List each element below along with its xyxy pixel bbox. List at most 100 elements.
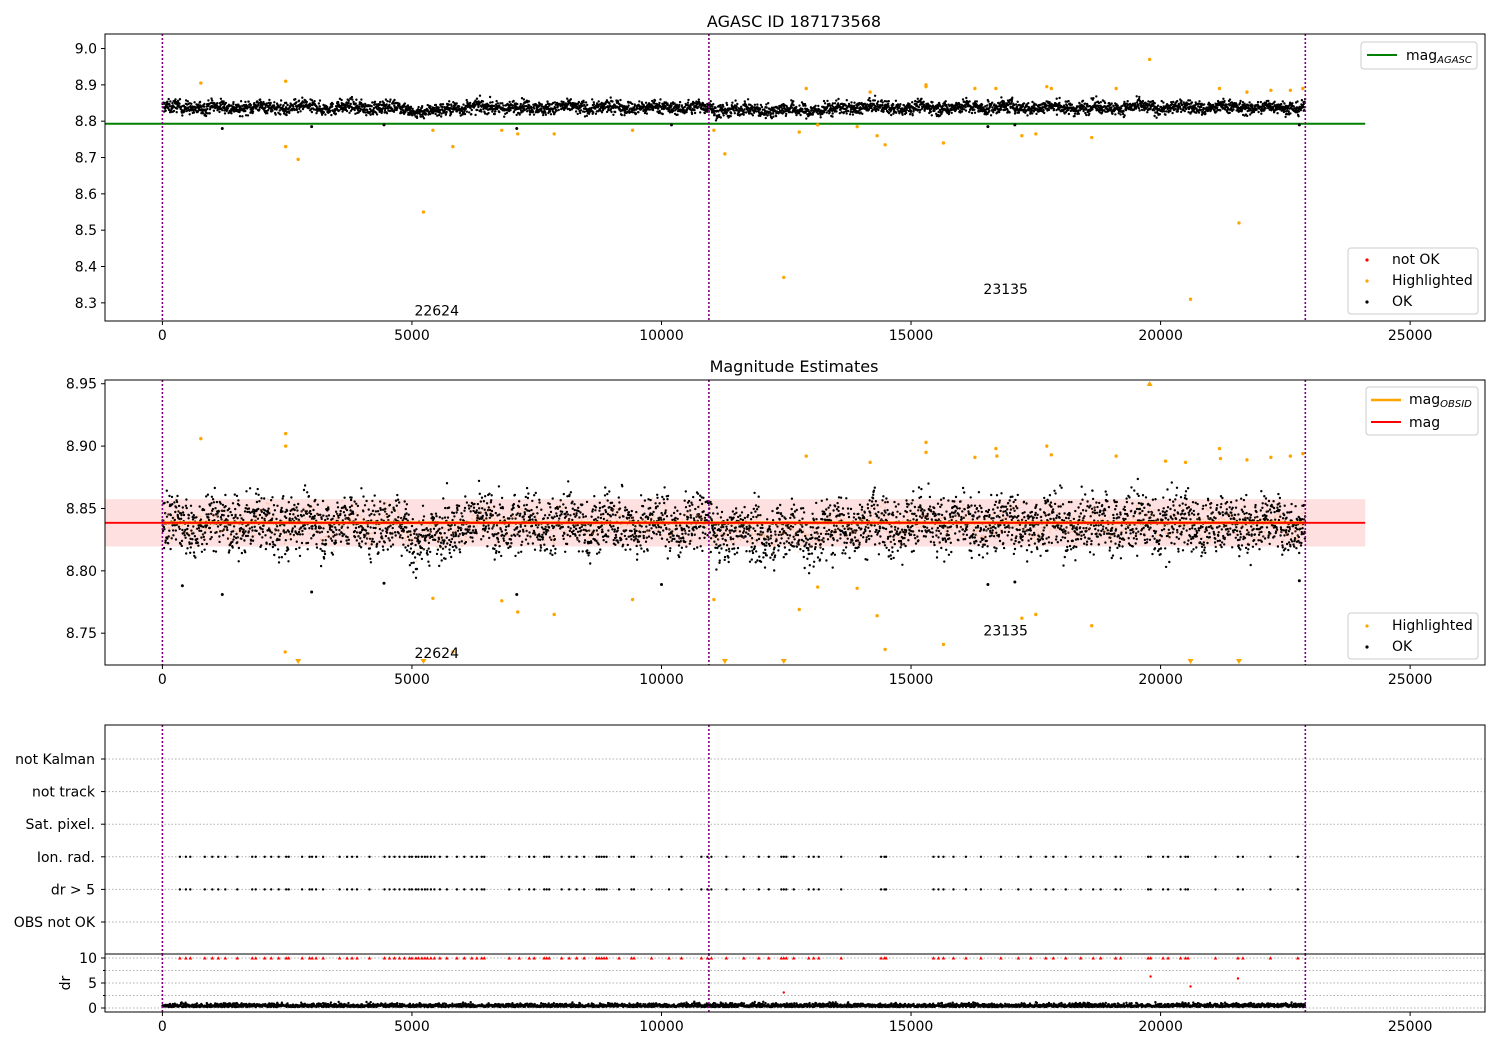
- x-tick-label: 0: [158, 1019, 167, 1035]
- highlighted-point: [712, 128, 716, 132]
- x-tick-label: 25000: [1388, 672, 1433, 688]
- x-tick-label: 10000: [639, 328, 684, 344]
- x-tick-label: 20000: [1138, 1019, 1183, 1035]
- highlighted-point: [875, 614, 879, 618]
- highlighted-point: [868, 460, 872, 465]
- ok-point: [310, 590, 314, 594]
- highlighted-point: [1183, 460, 1188, 465]
- y-tick-label: 8.8: [75, 114, 97, 130]
- highlighted-point: [421, 210, 426, 214]
- x-tick-label: 5000: [394, 328, 430, 344]
- highlighted-point: [712, 597, 716, 602]
- highlighted-point: [797, 130, 801, 134]
- y-tick-label: 8.5: [75, 223, 97, 239]
- ok-point: [986, 583, 990, 587]
- legend-label-highlighted: Highlighted: [1392, 618, 1473, 634]
- highlighted-point: [723, 152, 727, 156]
- x-tick-label: 20000: [1138, 672, 1183, 688]
- ok-point: [986, 125, 990, 129]
- highlighted-point: [516, 610, 520, 614]
- flag-category-label: dr > 5: [51, 882, 95, 898]
- highlighted-point: [630, 128, 635, 132]
- highlighted-point: [941, 141, 946, 145]
- ok-point: [220, 126, 224, 130]
- highlighted-point: [1237, 221, 1241, 225]
- highlighted-point: [1045, 84, 1049, 89]
- highlighted-point: [552, 132, 556, 136]
- highlighted-point: [973, 86, 977, 91]
- obsid-label: 22624: [414, 304, 459, 320]
- highlighted-point: [500, 599, 504, 603]
- x-tick-label: 25000: [1388, 1019, 1433, 1035]
- x-tick-label: 25000: [1388, 328, 1433, 344]
- ok-point: [659, 583, 663, 587]
- x-tick-label: 15000: [889, 328, 934, 344]
- highlighted-point: [797, 607, 801, 612]
- highlighted-point: [516, 132, 520, 136]
- highlighted-point: [994, 446, 998, 451]
- ok-point: [1013, 580, 1017, 584]
- highlighted-point: [1218, 456, 1223, 461]
- highlighted-point: [500, 128, 504, 132]
- x-tick-label: 5000: [394, 1019, 430, 1035]
- highlighted-point: [1114, 454, 1118, 458]
- y-tick-label: 8.80: [66, 564, 97, 580]
- y-tick-label: 8.4: [75, 260, 97, 276]
- highlighted-point: [1245, 90, 1249, 94]
- y-tick-label: 10: [79, 951, 97, 967]
- highlighted-point: [924, 440, 928, 445]
- highlighted-point: [883, 647, 887, 652]
- y-tick-label: 8.9: [75, 78, 97, 94]
- highlighted-point: [630, 597, 635, 602]
- dr-spike-point: [1236, 977, 1240, 980]
- highlighted-point: [199, 436, 203, 441]
- panel-2-title: Magnitude Estimates: [710, 357, 879, 376]
- ok-point: [382, 581, 386, 585]
- legend-marker-ok: [1365, 645, 1369, 649]
- y-tick-label: 8.75: [66, 626, 97, 642]
- ok-point: [180, 584, 184, 588]
- x-tick-label: 15000: [889, 1019, 934, 1035]
- highlighted-point: [1114, 86, 1118, 91]
- y-tick-label: 9.0: [75, 42, 97, 58]
- flag-category-label: OBS not OK: [14, 915, 96, 931]
- highlighted-point: [855, 124, 859, 129]
- legend-status: not OK Highlighted OK: [1347, 247, 1479, 315]
- highlighted-point: [816, 585, 820, 589]
- highlighted-point: [868, 90, 872, 94]
- highlighted-point: [816, 123, 820, 127]
- highlighted-point: [1034, 132, 1038, 136]
- legend-label-highlighted: Highlighted: [1392, 273, 1473, 289]
- highlighted-point: [804, 454, 808, 458]
- highlighted-point: [1147, 57, 1152, 62]
- legend-label-not-ok: not OK: [1392, 252, 1440, 268]
- highlighted-point: [283, 444, 288, 448]
- y-tick-label: 8.3: [75, 296, 97, 312]
- highlighted-point: [924, 84, 928, 89]
- legend-status: Highlighted OK: [1347, 612, 1479, 660]
- legend-marker-highlighted: [1365, 624, 1369, 628]
- highlighted-point: [1090, 135, 1094, 140]
- obsid-label: 22624: [414, 646, 459, 662]
- highlighted-point: [1045, 444, 1049, 448]
- highlighted-point: [431, 596, 435, 600]
- ok-point: [1013, 123, 1017, 127]
- highlighted-point: [1163, 459, 1168, 463]
- highlighted-point: [1090, 624, 1094, 628]
- flag-category-label: Sat. pixel.: [26, 817, 95, 833]
- obsid-label: 23135: [983, 282, 1028, 298]
- highlighted-point: [1049, 453, 1053, 457]
- x-tick-label: 0: [158, 328, 167, 344]
- y-tick-label: 8.85: [66, 501, 97, 517]
- highlighted-point: [199, 81, 203, 85]
- highlighted-point: [1217, 446, 1222, 451]
- highlighted-point: [924, 450, 928, 455]
- highlighted-point: [283, 650, 287, 654]
- highlighted-point: [1020, 616, 1024, 620]
- x-tick-label: 5000: [394, 672, 430, 688]
- figure: AGASC ID 187173568 0 5000 10000 15000 20000 2…: [0, 0, 1500, 1050]
- highlighted-point: [941, 642, 946, 647]
- highlighted-point: [1269, 88, 1273, 93]
- highlighted-point: [1245, 458, 1249, 462]
- flag-category-label: not Kalman: [15, 752, 95, 768]
